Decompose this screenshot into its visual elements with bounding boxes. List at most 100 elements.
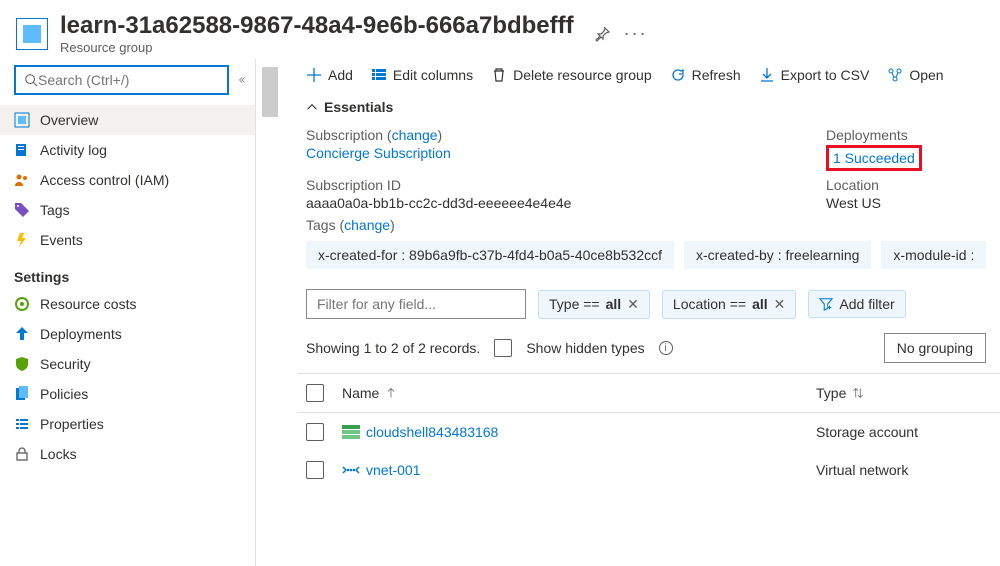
costs-icon [14,296,30,312]
essentials-section: Essentials Subscription (change) Concier… [298,91,1000,277]
collapse-icon[interactable] [237,72,245,88]
table-header: Name Type [298,373,1000,413]
sidebar-item-label: Locks [40,446,77,462]
tag-pill[interactable]: x-module-id : [881,241,986,269]
table-row[interactable]: cloudshell843483168 Storage account [298,413,1000,451]
sort-icon [385,387,397,399]
page-title: learn-31a62588-9867-48a4-9e6b-666a7bdbef… [60,12,574,40]
sidebar-item-iam[interactable]: Access control (IAM) [0,165,255,195]
close-icon[interactable]: ✕ [774,296,786,313]
page-header: learn-31a62588-9867-48a4-9e6b-666a7bdbef… [0,0,1000,59]
sidebar-item-label: Policies [40,386,88,402]
location-filter-chip[interactable]: Location == all✕ [662,290,796,319]
sidebar-item-label: Activity log [40,142,107,158]
sidebar-item-label: Access control (IAM) [40,172,169,188]
properties-icon [14,416,30,432]
name-column-header[interactable]: Name [342,385,804,401]
trash-icon [491,67,507,83]
storage-icon [342,425,360,439]
sidebar-item-deployments[interactable]: Deployments [0,319,255,349]
sidebar-item-overview[interactable]: Overview [0,105,255,135]
sidebar-item-security[interactable]: Security [0,349,255,379]
iam-icon [14,172,30,188]
hidden-types-checkbox[interactable] [494,339,512,357]
search-box[interactable] [14,65,229,95]
edit-columns-button[interactable]: Edit columns [371,67,473,83]
close-icon[interactable]: ✕ [627,296,639,313]
resource-group-icon [16,18,48,50]
filter-icon [819,297,833,311]
sidebar-item-costs[interactable]: Resource costs [0,289,255,319]
vnet-icon [342,463,360,477]
sidebar-item-label: Properties [40,416,104,432]
resource-link[interactable]: cloudshell843483168 [366,424,498,440]
resource-link[interactable]: vnet-001 [366,462,420,478]
table-row[interactable]: vnet-001 Virtual network [298,451,1000,489]
sidebar-item-policies[interactable]: Policies [0,379,255,409]
sidebar-item-locks[interactable]: Locks [0,439,255,469]
select-all-checkbox[interactable] [306,384,324,402]
row-checkbox[interactable] [306,423,324,441]
subscription-label: Subscription (change) [306,127,786,143]
main-content: Add Edit columns Delete resource group R… [290,59,1000,566]
hidden-types-label: Show hidden types [526,340,644,356]
type-filter-chip[interactable]: Type == all✕ [538,290,650,319]
download-icon [759,67,775,83]
row-checkbox[interactable] [306,461,324,479]
sidebar-item-label: Events [40,232,83,248]
filter-row: Type == all✕ Location == all✕ Add filter [298,277,1000,319]
deployments-label: Deployments [826,127,986,143]
add-button[interactable]: Add [306,67,353,83]
locks-icon [14,446,30,462]
deployments-icon [14,326,30,342]
page-subtitle: Resource group [60,40,574,55]
search-input[interactable] [38,72,219,88]
subscription-id-label: Subscription ID [306,177,786,193]
log-icon [14,142,30,158]
add-filter-chip[interactable]: Add filter [808,290,905,318]
sort-icon [852,387,864,399]
sidebar-item-label: Overview [40,112,98,128]
change-subscription-link[interactable]: change [392,127,438,143]
scrollbar[interactable] [260,59,280,566]
refresh-button[interactable]: Refresh [670,67,741,83]
subscription-id-value: aaaa0a0a-bb1b-cc2c-dd3d-eeeeee4e4e4e [306,195,786,211]
tag-pill[interactable]: x-created-for : 89b6a9fb-c37b-4fd4-b0a5-… [306,241,674,269]
change-tags-link[interactable]: change [344,217,390,233]
tag-pill[interactable]: x-created-by : freelearning [684,241,871,269]
sidebar-item-label: Security [40,356,91,372]
export-csv-button[interactable]: Export to CSV [759,67,870,83]
tags-icon [14,202,30,218]
essentials-toggle[interactable]: Essentials [306,95,986,127]
grouping-select[interactable]: No grouping [884,333,986,363]
settings-heading: Settings [0,255,255,289]
info-icon[interactable]: i [659,341,673,355]
sidebar-item-tags[interactable]: Tags [0,195,255,225]
toolbar: Add Edit columns Delete resource group R… [298,59,1000,91]
sidebar-item-label: Tags [40,202,70,218]
type-column-header[interactable]: Type [816,385,986,401]
chevron-up-icon [306,101,318,113]
open-button[interactable]: Open [887,67,943,83]
resource-type: Storage account [816,424,986,440]
pin-icon[interactable] [594,26,610,42]
more-icon[interactable]: ··· [624,23,648,44]
location-label: Location [826,177,986,193]
records-count: Showing 1 to 2 of 2 records. [306,340,480,356]
sidebar-item-activity-log[interactable]: Activity log [0,135,255,165]
sidebar-item-label: Resource costs [40,296,136,312]
delete-button[interactable]: Delete resource group [491,67,652,83]
sidebar: Overview Activity log Access control (IA… [0,59,290,566]
filter-input[interactable] [306,289,526,319]
resource-type: Virtual network [816,462,986,478]
sidebar-item-label: Deployments [40,326,122,342]
columns-icon [371,67,387,83]
sidebar-item-events[interactable]: Events [0,225,255,255]
refresh-icon [670,67,686,83]
deployments-link[interactable]: 1 Succeeded [833,150,915,166]
overview-icon [14,112,30,128]
subscription-value[interactable]: Concierge Subscription [306,145,786,161]
open-icon [887,67,903,83]
plus-icon [306,67,322,83]
sidebar-item-properties[interactable]: Properties [0,409,255,439]
